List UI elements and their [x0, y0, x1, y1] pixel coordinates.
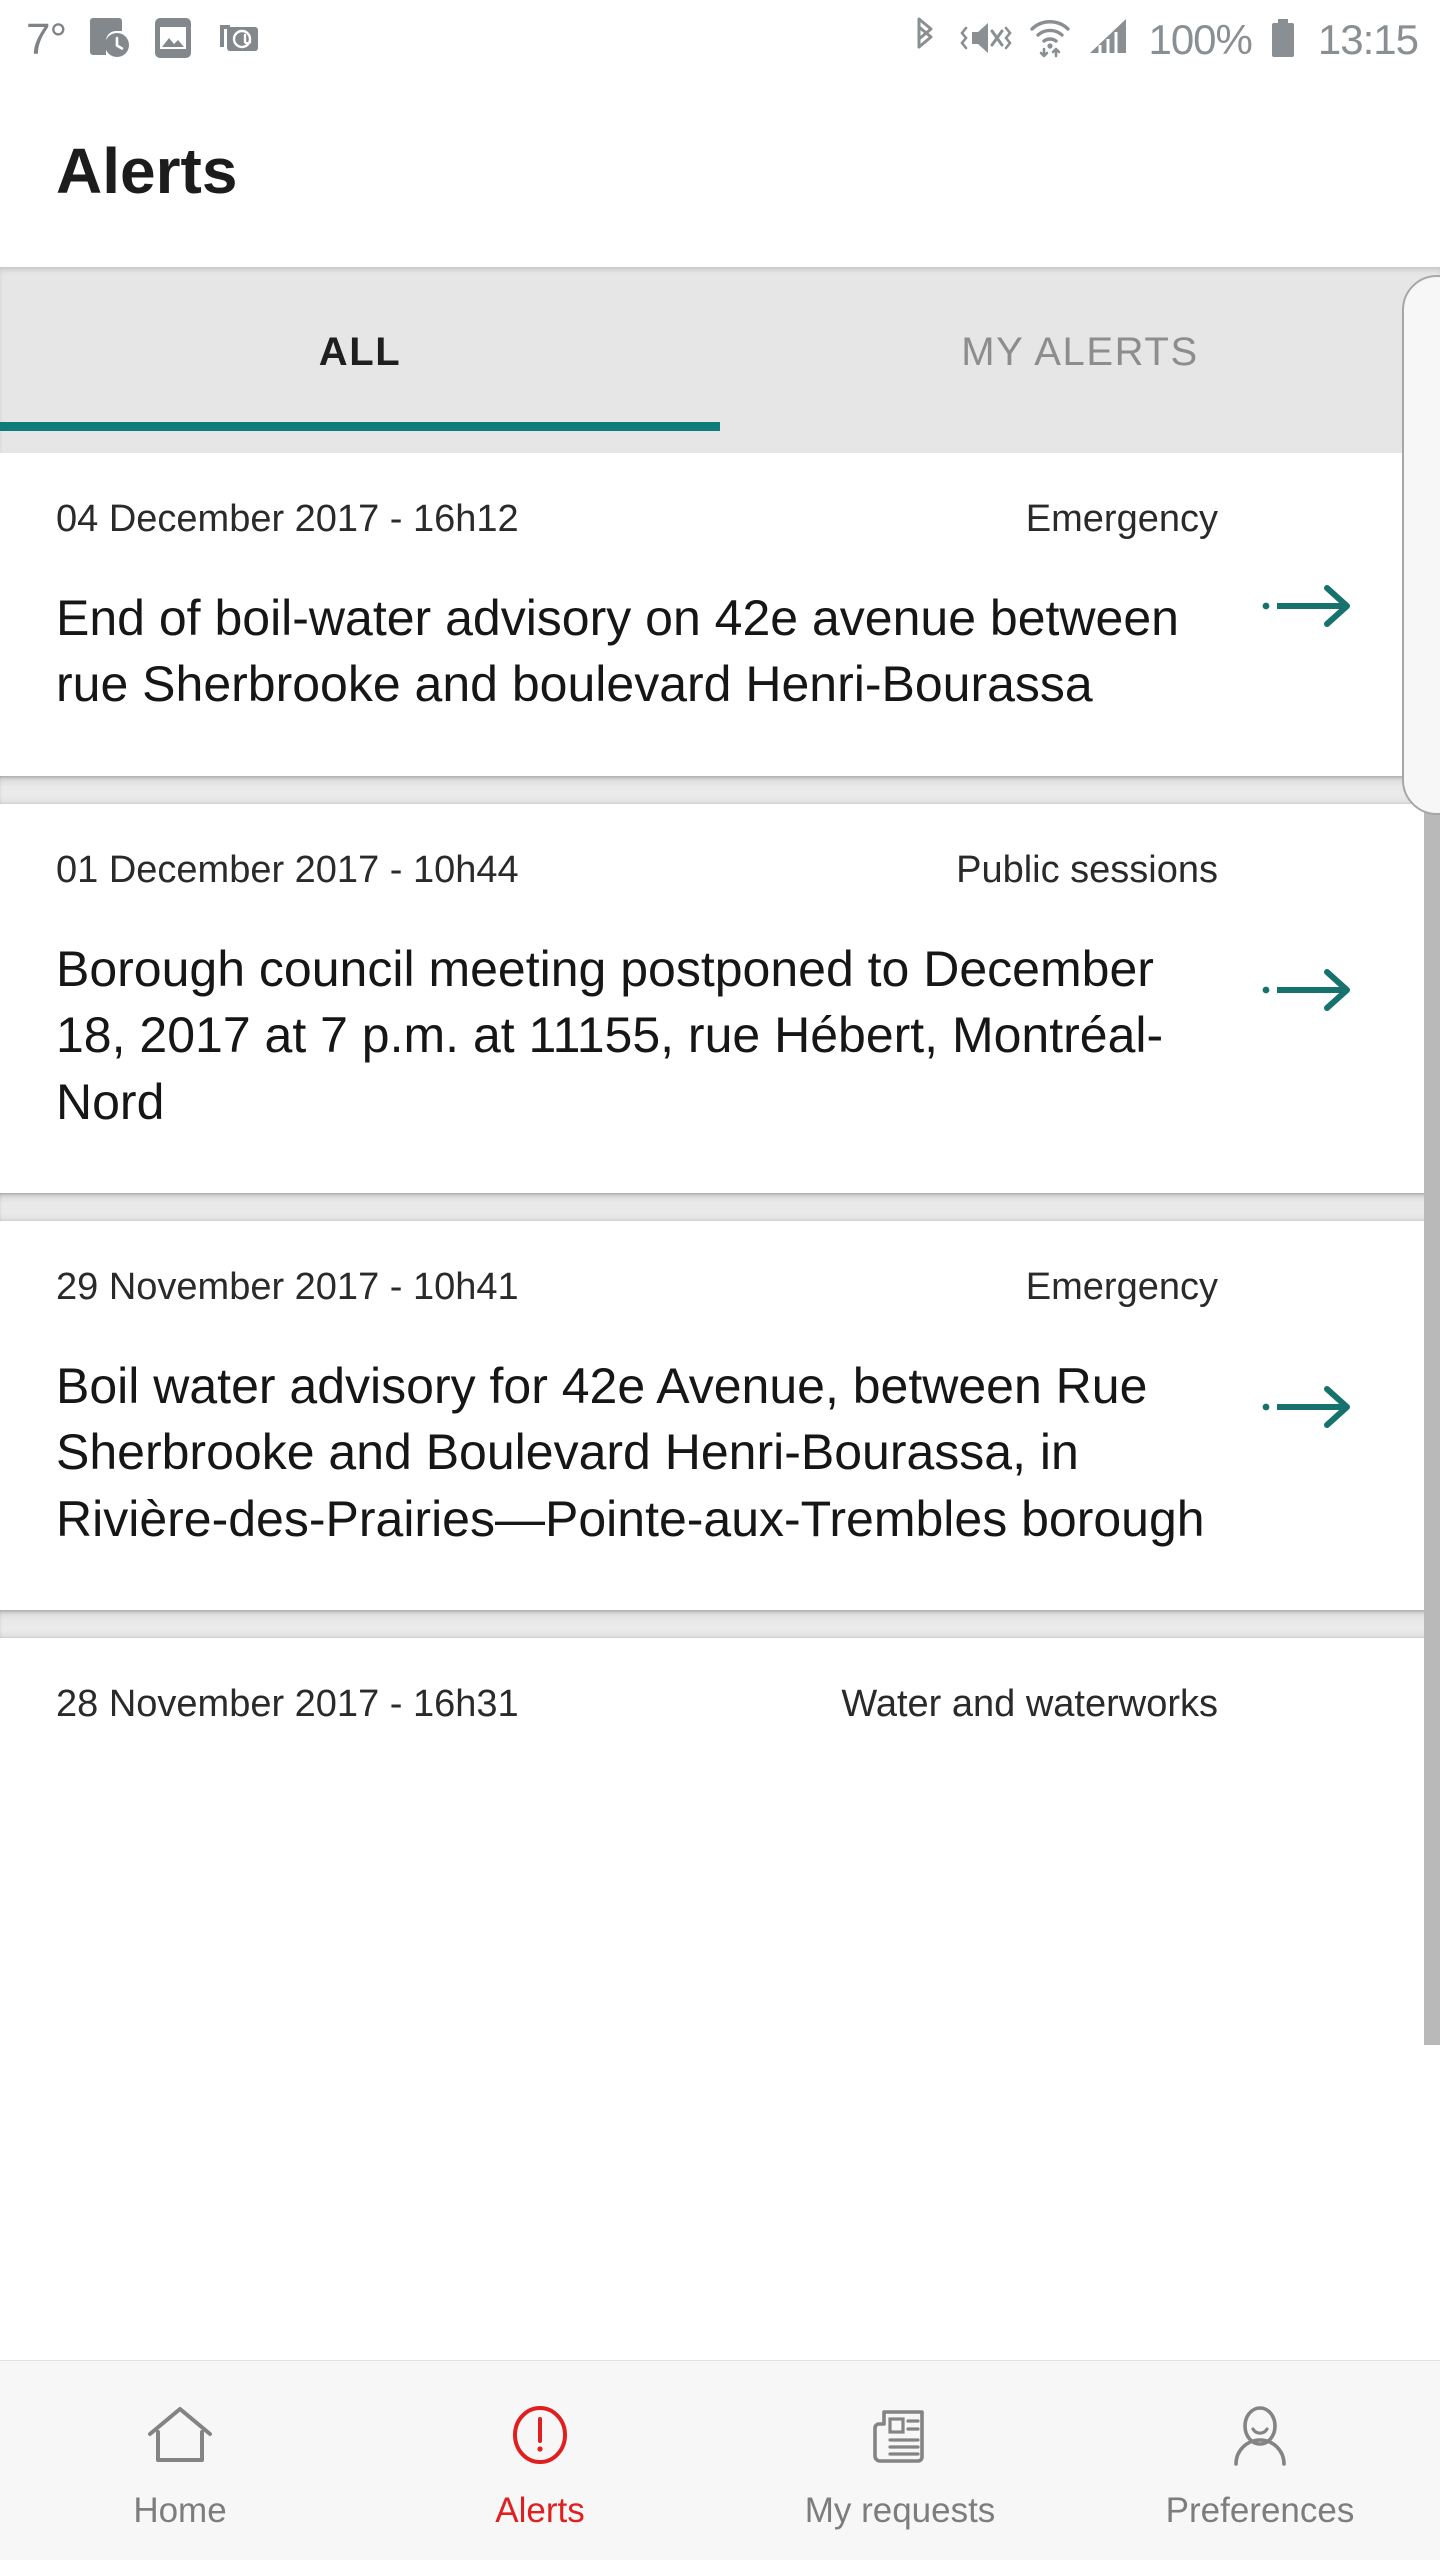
phone-screen: 7° 100% 13:15 Alerts ALL MY ALERTS 04 De…	[0, 0, 1440, 2560]
arrow-right-icon	[1261, 1381, 1357, 1438]
bluetooth-icon	[910, 15, 940, 66]
status-bar-right: 100% 13:15	[910, 15, 1419, 66]
alert-card[interactable]: 01 December 2017 - 10h44 Public sessions…	[0, 803, 1440, 1194]
alert-meta: 01 December 2017 - 10h44 Public sessions	[56, 848, 1218, 892]
alert-circle-icon	[502, 2399, 578, 2475]
cellular-signal-icon	[1088, 15, 1132, 66]
nav-item-preferences[interactable]: Preferences	[1080, 2361, 1440, 2560]
nav-label-my-requests: My requests	[804, 2491, 996, 2530]
alert-meta: 04 December 2017 - 16h12 Emergency	[56, 498, 1218, 541]
alert-card-body: 28 November 2017 - 16h31 Water and water…	[56, 1684, 1244, 1726]
page-title: Alerts	[56, 135, 238, 207]
arrow-right-icon	[1261, 580, 1357, 637]
nav-label-home: Home	[133, 2491, 227, 2530]
bottom-navigation-bar: Home Alerts My requests Preferences	[0, 2360, 1440, 2560]
alert-card-body: 01 December 2017 - 10h44 Public sessions…	[56, 848, 1244, 1135]
alert-category: Water and waterworks	[841, 1683, 1218, 1726]
alert-open-button[interactable]	[1234, 1381, 1384, 1438]
temperature-indicator: 7°	[26, 15, 67, 64]
alert-category: Emergency	[1025, 1266, 1218, 1309]
scrollbar-track[interactable]	[1424, 453, 1440, 565]
battery-percent-label: 100%	[1148, 16, 1252, 63]
phone-clock-icon	[88, 15, 130, 66]
nav-label-alerts: Alerts	[495, 2491, 585, 2530]
alert-meta: 28 November 2017 - 16h31 Water and water…	[56, 1684, 1218, 1726]
status-bar-clock: 13:15	[1317, 16, 1419, 63]
alert-title: Boil water advisory for 42e Avenue, betw…	[56, 1357, 1205, 1547]
home-icon	[142, 2399, 218, 2475]
alert-card[interactable]: 29 November 2017 - 10h41 Emergency Boil …	[0, 1221, 1440, 1611]
alert-card[interactable]: 28 November 2017 - 16h31 Water and water…	[0, 1638, 1440, 1727]
wifi-icon	[1028, 15, 1072, 66]
tab-my-alerts[interactable]: MY ALERTS	[720, 267, 1440, 453]
status-bar: 7° 100% 13:15	[0, 0, 1440, 80]
status-bar-left: 7°	[26, 15, 262, 66]
alert-card-body: 04 December 2017 - 16h12 Emergency End o…	[56, 498, 1244, 718]
tab-bar: ALL MY ALERTS	[0, 267, 1440, 453]
nav-item-alerts[interactable]: Alerts	[360, 2361, 720, 2560]
alert-title: Borough council meeting postponed to Dec…	[56, 940, 1164, 1130]
alert-title: End of boil-water advisory on 42e avenue…	[56, 589, 1179, 713]
battery-icon	[1268, 15, 1298, 66]
list-divider	[0, 1610, 1440, 1639]
alerts-list[interactable]: 04 December 2017 - 16h12 Emergency End o…	[0, 453, 1440, 2360]
nav-item-home[interactable]: Home	[0, 2361, 360, 2560]
app-header: Alerts	[0, 80, 1440, 262]
email-stack-icon	[216, 15, 262, 66]
alert-date: 28 November 2017 - 16h31	[56, 1683, 519, 1726]
scrollbar-thumb[interactable]	[1424, 565, 1440, 2045]
image-icon	[152, 15, 194, 66]
alert-category: Emergency	[1025, 498, 1218, 540]
alert-card[interactable]: 04 December 2017 - 16h12 Emergency End o…	[0, 453, 1440, 776]
alert-open-button[interactable]	[1234, 964, 1384, 1021]
document-list-icon	[862, 2399, 938, 2475]
person-icon	[1222, 2399, 1298, 2475]
list-divider	[0, 775, 1440, 804]
tab-active-indicator	[0, 422, 720, 431]
alert-date: 01 December 2017 - 10h44	[56, 848, 519, 891]
arrow-right-icon	[1261, 964, 1357, 1021]
mute-vibrate-icon	[956, 15, 1013, 66]
alert-date: 04 December 2017 - 16h12	[56, 498, 519, 540]
nav-item-my-requests[interactable]: My requests	[720, 2361, 1080, 2560]
alert-date: 29 November 2017 - 10h41	[56, 1266, 519, 1309]
alert-meta: 29 November 2017 - 10h41 Emergency	[56, 1266, 1218, 1309]
alert-category: Public sessions	[956, 848, 1218, 891]
alert-card-body: 29 November 2017 - 10h41 Emergency Boil …	[56, 1266, 1244, 1552]
list-divider	[0, 1193, 1440, 1222]
nav-label-preferences: Preferences	[1165, 2491, 1355, 2530]
alert-open-button[interactable]	[1234, 580, 1384, 637]
